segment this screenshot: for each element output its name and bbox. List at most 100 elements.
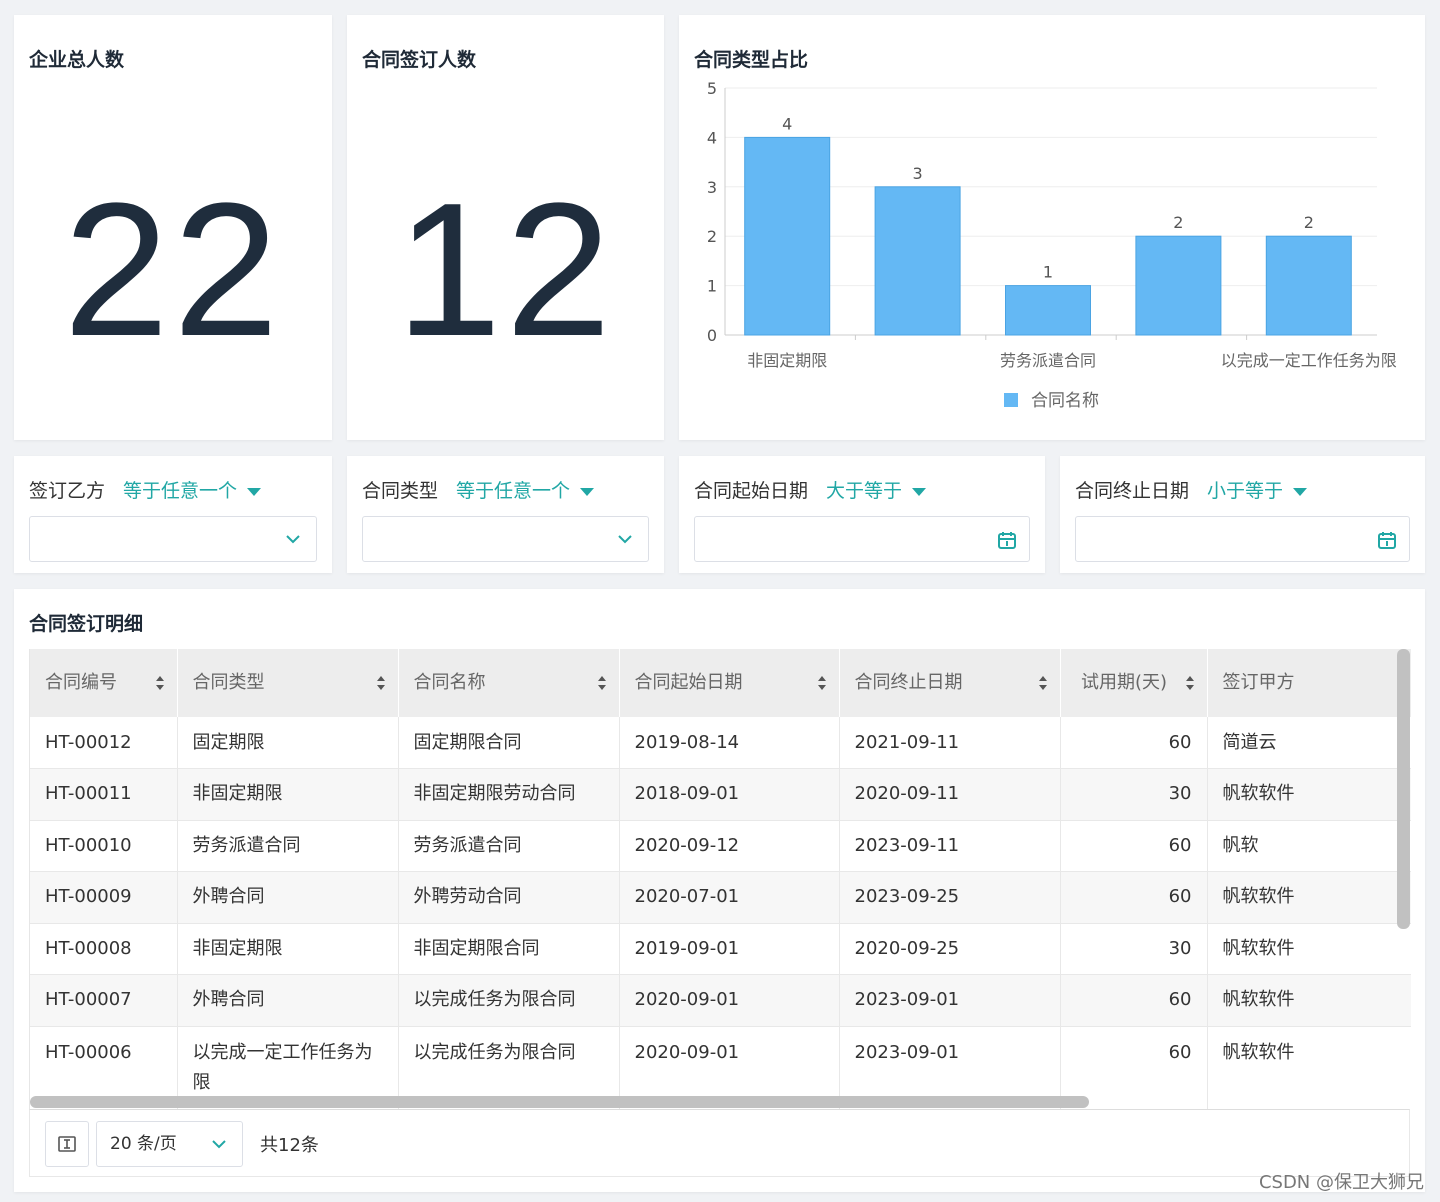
filter-label-text: 合同起始日期	[694, 480, 809, 502]
filter-label-text: 合同终止日期	[1075, 480, 1190, 502]
column-header-party-a[interactable]: 签订甲方	[1207, 649, 1411, 717]
cell-start-date: 2020-07-01	[619, 871, 840, 924]
cell-start-date: 2018-09-01	[619, 768, 840, 821]
y-tick-label: 3	[707, 178, 717, 197]
page-size-select[interactable]: 20 条/页	[96, 1121, 243, 1167]
column-header-label: 合同名称	[413, 672, 486, 693]
chevron-down-icon[interactable]	[616, 530, 634, 548]
cell-end-date: 2023-09-11	[839, 820, 1061, 872]
bar	[744, 136, 831, 336]
sort-icon[interactable]	[817, 675, 827, 691]
cell-contract-type: 劳务派遣合同	[177, 820, 399, 872]
table-row[interactable]: HT-00008 非固定期限 非固定期限合同 2019-09-01 2020-09-25…	[30, 923, 1411, 975]
column-header-probation[interactable]: 试用期(天)	[1060, 649, 1208, 717]
caret-down-icon[interactable]	[912, 487, 927, 496]
filter-label: 合同起始日期 大于等于	[694, 476, 927, 503]
column-header-start-date[interactable]: 合同起始日期	[619, 649, 840, 717]
cell-contract-no: HT-00010	[30, 820, 178, 872]
party-b-select[interactable]	[29, 516, 317, 562]
data-label: 1	[1043, 263, 1053, 282]
column-header-contract-name[interactable]: 合同名称	[398, 649, 620, 717]
table-header-row: 合同编号 合同类型 合同名称 合同起始日期 合同终止日期 试用期(天) 签订甲方	[30, 649, 1411, 717]
filter-operator-dropdown[interactable]: 等于任意一个	[456, 480, 570, 502]
column-header-contract-type[interactable]: 合同类型	[177, 649, 399, 717]
caret-down-icon[interactable]	[1293, 487, 1308, 496]
cell-contract-no: HT-00007	[30, 974, 178, 1027]
cell-probation: 60	[1060, 820, 1208, 872]
page-jump-icon[interactable]	[57, 1134, 77, 1154]
cell-contract-name: 外聘劳动合同	[398, 871, 620, 924]
table-row[interactable]: HT-00012 固定期限 固定期限合同 2019-08-14 2021-09-11 60…	[30, 717, 1411, 769]
table-row[interactable]: HT-00011 非固定期限 非固定期限劳动合同 2018-09-01 2020-09-…	[30, 768, 1411, 821]
cell-start-date: 2020-09-01	[619, 974, 840, 1027]
cell-party-a: 简道云	[1207, 717, 1411, 769]
filter-operator-dropdown[interactable]: 等于任意一个	[123, 480, 237, 502]
vertical-scrollbar[interactable]	[1397, 649, 1410, 929]
sort-icon[interactable]	[376, 675, 386, 691]
detail-title: 合同签订明细	[29, 613, 144, 635]
data-label: 3	[913, 164, 923, 183]
sort-icon[interactable]	[597, 675, 607, 691]
pagination-bar: 20 条/页 共12条	[29, 1109, 1410, 1177]
detail-table-wrap[interactable]: 合同编号 合同类型 合同名称 合同起始日期 合同终止日期 试用期(天) 签订甲方…	[29, 649, 1411, 1111]
detail-table: 合同编号 合同类型 合同名称 合同起始日期 合同终止日期 试用期(天) 签订甲方…	[30, 649, 1411, 1111]
cell-start-date: 2020-09-12	[619, 820, 840, 872]
bar	[1265, 235, 1352, 336]
start-date-picker[interactable]	[694, 516, 1030, 562]
y-tick-label: 4	[707, 128, 717, 147]
horizontal-scrollbar[interactable]	[30, 1096, 1089, 1108]
kpi-card-signed: 合同签订人数 12	[347, 15, 664, 440]
filter-operator-dropdown[interactable]: 小于等于	[1207, 480, 1283, 502]
cell-contract-type: 外聘合同	[177, 974, 399, 1027]
filter-label: 合同类型 等于任意一个	[362, 476, 595, 503]
filter-card-start-date: 合同起始日期 大于等于	[679, 456, 1045, 573]
y-tick-label: 5	[707, 79, 717, 98]
column-header-label: 合同类型	[192, 672, 265, 693]
kpi-card-total-employees: 企业总人数 22	[14, 15, 332, 440]
cell-party-a: 帆软	[1207, 820, 1411, 872]
cell-contract-name: 非固定期限合同	[398, 923, 620, 975]
page-jump-button[interactable]	[45, 1121, 89, 1167]
table-row[interactable]: HT-00007 外聘合同 以完成任务为限合同 2020-09-01 2023-09-0…	[30, 974, 1411, 1027]
cell-end-date: 2023-09-25	[839, 871, 1061, 924]
cell-contract-no: HT-00012	[30, 717, 178, 769]
x-tick-label: 以完成一定工作任务为限	[1221, 351, 1397, 370]
cell-party-a: 帆软软件	[1207, 1026, 1411, 1111]
column-header-contract-no[interactable]: 合同编号	[30, 649, 178, 717]
column-header-label: 签订甲方	[1222, 672, 1295, 693]
watermark: CSDN @保卫大狮兄	[1258, 1172, 1424, 1193]
cell-probation: 60	[1060, 974, 1208, 1027]
cell-contract-type: 非固定期限	[177, 923, 399, 975]
chevron-down-icon[interactable]	[210, 1135, 228, 1153]
column-header-end-date[interactable]: 合同终止日期	[839, 649, 1061, 717]
kpi-value-signed: 12	[395, 164, 616, 376]
cell-probation: 30	[1060, 768, 1208, 821]
filter-operator-dropdown[interactable]: 大于等于	[826, 480, 902, 502]
caret-down-icon[interactable]	[580, 487, 595, 496]
filter-label: 签订乙方 等于任意一个	[29, 476, 262, 503]
table-row[interactable]: HT-00010 劳务派遣合同 劳务派遣合同 2020-09-12 2023-09-11…	[30, 820, 1411, 872]
cell-contract-name: 固定期限合同	[398, 717, 620, 769]
calendar-icon[interactable]	[997, 530, 1017, 550]
cell-end-date: 2020-09-11	[839, 768, 1061, 821]
caret-down-icon[interactable]	[247, 487, 262, 496]
end-date-picker[interactable]	[1075, 516, 1410, 562]
cell-probation: 60	[1060, 717, 1208, 769]
y-tick-label: 1	[707, 277, 717, 296]
sort-icon[interactable]	[1038, 675, 1048, 691]
filter-label: 合同终止日期 小于等于	[1075, 476, 1308, 503]
x-tick-label: 劳务派遣合同	[1000, 351, 1096, 370]
cell-contract-name: 劳务派遣合同	[398, 820, 620, 872]
sort-icon[interactable]	[155, 675, 165, 691]
calendar-icon[interactable]	[1377, 530, 1397, 550]
cell-party-a: 帆软软件	[1207, 974, 1411, 1027]
chevron-down-icon[interactable]	[284, 530, 302, 548]
cell-contract-type: 固定期限	[177, 717, 399, 769]
y-tick-label: 2	[707, 227, 717, 246]
contract-type-bar-chart: 0 1 2 3 4 5 4 非固定期限 3 1 劳务派遣合同 2 2 以完成一定工作任务为限合同名称	[707, 79, 1397, 411]
cell-end-date: 2020-09-25	[839, 923, 1061, 975]
y-tick-label: 0	[707, 326, 717, 345]
sort-icon[interactable]	[1185, 675, 1195, 691]
table-row[interactable]: HT-00009 外聘合同 外聘劳动合同 2020-07-01 2023-09-25 60…	[30, 871, 1411, 924]
contract-type-select[interactable]	[362, 516, 649, 562]
